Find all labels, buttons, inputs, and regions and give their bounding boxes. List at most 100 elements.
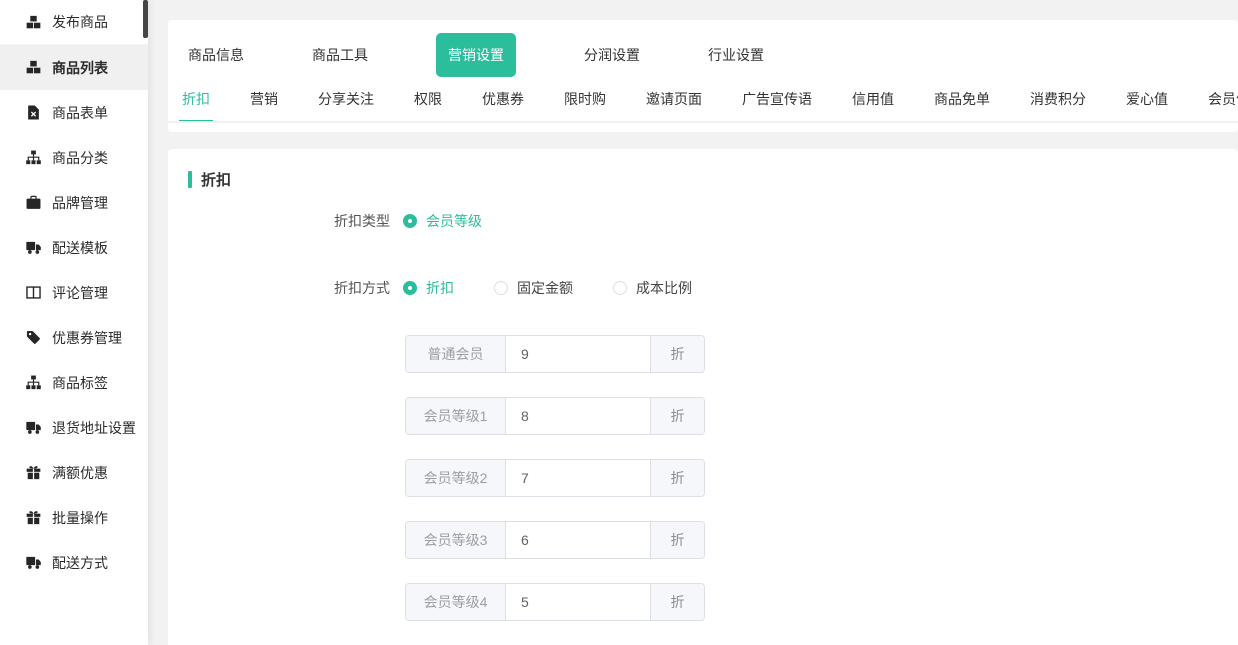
subtab[interactable]: 限时购 [564, 89, 606, 121]
sidebar-item[interactable]: 发布商品 [0, 0, 148, 45]
sidebar-item[interactable]: 评论管理 [0, 270, 148, 315]
radio-icon[interactable] [403, 281, 417, 295]
sidebar-item[interactable]: 优惠券管理 [0, 315, 148, 360]
discount-level-row: 会员等级2 折 [405, 459, 705, 497]
tab[interactable]: 分润设置 [584, 45, 640, 65]
sidebar-item-label: 商品表单 [52, 103, 108, 123]
tab[interactable]: 行业设置 [708, 45, 764, 65]
subtab[interactable]: 邀请页面 [646, 89, 702, 121]
tabs-row: 商品信息 商品工具 营销设置 分润设置 行业设置 [168, 20, 1238, 89]
level-name-label: 普通会员 [406, 336, 506, 372]
content-card: 折扣 折扣类型 会员等级 折扣方式 折扣 固定金额 成本比例 普通会员 折 会员… [168, 149, 1238, 645]
discount-value-input[interactable] [506, 460, 650, 496]
sidebar-item[interactable]: 品牌管理 [0, 180, 148, 225]
tab[interactable]: 商品工具 [312, 45, 368, 65]
discount-mode-options: 折扣 固定金额 成本比例 [403, 278, 692, 298]
discount-mode-row: 折扣方式 折扣 固定金额 成本比例 [188, 278, 1218, 298]
sitemap-icon [26, 375, 41, 390]
subtab[interactable]: 广告宣传语 [742, 89, 812, 121]
sidebar-item-label: 配送模板 [52, 238, 108, 258]
sidebar-item-label: 评论管理 [52, 283, 108, 303]
sidebar-item[interactable]: 商品标签 [0, 360, 148, 405]
discount-value-input[interactable] [506, 398, 650, 434]
subtab[interactable]: 消费积分 [1030, 89, 1086, 121]
cubes-icon [26, 60, 41, 75]
discount-type-options: 会员等级 [403, 211, 482, 231]
tabs-card: 商品信息 商品工具 营销设置 分润设置 行业设置 折扣 营销 分享关注 权限 优惠券 限时购 邀请页… [168, 20, 1238, 132]
discount-value-input[interactable] [506, 522, 650, 558]
subtab[interactable]: 会员价 [1208, 89, 1238, 121]
sidebar-item-label: 优惠券管理 [52, 328, 122, 348]
discount-level-row: 会员等级4 折 [405, 583, 705, 621]
sidebar-item-label: 满额优惠 [52, 463, 108, 483]
subtab[interactable]: 权限 [414, 89, 442, 121]
unit-label: 折 [650, 336, 704, 372]
sidebar-item-label: 发布商品 [52, 12, 108, 32]
level-name-label: 会员等级1 [406, 398, 506, 434]
level-name-label: 会员等级3 [406, 522, 506, 558]
subtab[interactable]: 营销 [250, 89, 278, 121]
sidebar-item[interactable]: 满额优惠 [0, 450, 148, 495]
discount-value-input[interactable] [506, 584, 650, 620]
sidebar-item[interactable]: 配送方式 [0, 540, 148, 585]
gift-icon [26, 510, 41, 525]
sidebar-item[interactable]: 商品列表 [0, 45, 148, 90]
unit-label: 折 [650, 522, 704, 558]
truck-icon [26, 420, 41, 435]
subtabs-row: 折扣 营销 分享关注 权限 优惠券 限时购 邀请页面 广告宣传语 信用值 商品免单 消费积分 爱心值 会… [168, 89, 1238, 123]
sidebar-menu: 发布商品 商品列表 商品表单 商品分类 品牌管理 配送模板 评论管理 优惠券管理… [0, 0, 148, 585]
sidebar-item[interactable]: 商品表单 [0, 90, 148, 135]
radio-label: 会员等级 [426, 211, 482, 231]
discount-level-row: 会员等级3 折 [405, 521, 705, 559]
section-accent-bar [188, 171, 192, 188]
unit-label: 折 [650, 460, 704, 496]
cubes-icon [26, 15, 41, 30]
unit-label: 折 [650, 584, 704, 620]
sidebar-item-label: 商品标签 [52, 373, 108, 393]
sidebar-item[interactable]: 批量操作 [0, 495, 148, 540]
radio-label: 折扣 [426, 278, 454, 298]
file-excel-icon [26, 105, 41, 120]
level-name-label: 会员等级4 [406, 584, 506, 620]
columns-icon [26, 285, 41, 300]
discount-type-label: 折扣类型 [188, 211, 390, 231]
radio-label: 成本比例 [636, 278, 692, 298]
discount-mode-label: 折扣方式 [188, 278, 390, 298]
subtab[interactable]: 商品免单 [934, 89, 990, 121]
level-name-label: 会员等级2 [406, 460, 506, 496]
sidebar-item-label: 商品分类 [52, 148, 108, 168]
radio-icon[interactable] [494, 281, 508, 295]
discount-levels: 普通会员 折 会员等级1 折 会员等级2 折 会员等级3 折 会员等级4 折 [188, 335, 1218, 621]
sidebar-item[interactable]: 退货地址设置 [0, 405, 148, 450]
radio-option[interactable]: 成本比例 [613, 278, 692, 298]
gift-icon [26, 465, 41, 480]
truck-icon [26, 240, 41, 255]
discount-type-row: 折扣类型 会员等级 [188, 211, 1218, 231]
subtab[interactable]: 信用值 [852, 89, 894, 121]
scrollbar-thumb[interactable] [143, 0, 148, 38]
sidebar: 发布商品 商品列表 商品表单 商品分类 品牌管理 配送模板 评论管理 优惠券管理… [0, 0, 148, 645]
discount-level-row: 普通会员 折 [405, 335, 705, 373]
subtab[interactable]: 分享关注 [318, 89, 374, 121]
tab[interactable]: 商品信息 [188, 45, 244, 65]
discount-value-input[interactable] [506, 336, 650, 372]
radio-option[interactable]: 固定金额 [494, 278, 573, 298]
section-header: 折扣 [188, 169, 1218, 190]
radio-icon[interactable] [403, 214, 417, 228]
radio-icon[interactable] [613, 281, 627, 295]
radio-option[interactable]: 会员等级 [403, 211, 482, 231]
radio-option[interactable]: 折扣 [403, 278, 454, 298]
subtab[interactable]: 爱心值 [1126, 89, 1168, 121]
section-title: 折扣 [201, 169, 231, 190]
sitemap-icon [26, 150, 41, 165]
sidebar-item[interactable]: 商品分类 [0, 135, 148, 180]
subtab[interactable]: 折扣 [182, 89, 210, 121]
sidebar-item[interactable]: 配送模板 [0, 225, 148, 270]
briefcase-icon [26, 195, 41, 210]
subtab[interactable]: 优惠券 [482, 89, 524, 121]
unit-label: 折 [650, 398, 704, 434]
sidebar-item-label: 批量操作 [52, 508, 108, 528]
radio-label: 固定金额 [517, 278, 573, 298]
sidebar-item-label: 配送方式 [52, 553, 108, 573]
tab[interactable]: 营销设置 [436, 33, 516, 77]
